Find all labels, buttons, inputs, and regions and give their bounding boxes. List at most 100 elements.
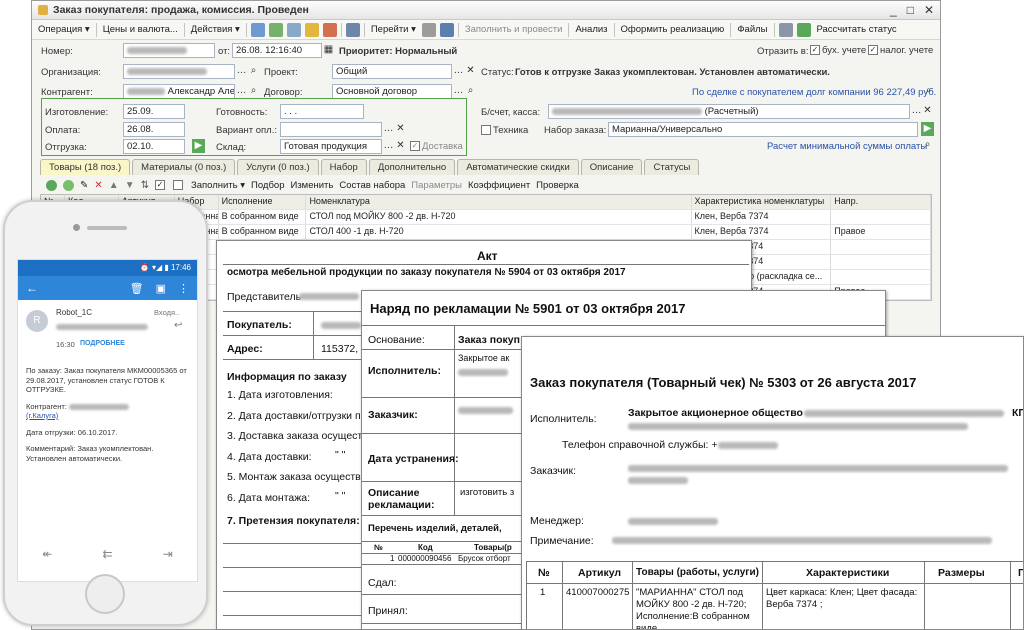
- contractor-search-icon[interactable]: ⌕: [247, 84, 260, 98]
- close-button[interactable]: ✕: [924, 3, 934, 17]
- unpost-icon[interactable]: [322, 22, 337, 37]
- number-field[interactable]: [123, 43, 215, 58]
- calendar-icon[interactable]: ▦: [322, 43, 335, 57]
- min-sum-link[interactable]: Расчет минимальной суммы оплаты: [767, 141, 927, 152]
- reply-all-nav-icon[interactable]: ⇇: [102, 547, 112, 561]
- shipment-arrow-button[interactable]: ▶: [192, 139, 205, 153]
- minimize-button[interactable]: _: [890, 3, 897, 17]
- debt-search-icon[interactable]: ⌕: [922, 84, 935, 98]
- account-field[interactable]: (Расчетный): [548, 104, 910, 119]
- nalog-checkbox[interactable]: ✓ налог. учете: [868, 45, 933, 56]
- contractor-field[interactable]: Александр Алек: [123, 84, 235, 99]
- tabs: Товары (18 поз.) Материалы (0 поз.) Услу…: [40, 159, 700, 175]
- col-direction[interactable]: Напр.: [831, 195, 931, 209]
- delete-icon[interactable]: 🗑︎: [130, 282, 144, 295]
- home-button[interactable]: [85, 574, 125, 614]
- contract-search-icon[interactable]: ⌕: [464, 84, 477, 98]
- project-field[interactable]: Общий: [332, 64, 452, 79]
- edit-row-icon[interactable]: ✎: [80, 180, 88, 191]
- manufacture-date-field[interactable]: 25.09.: [123, 104, 185, 119]
- tab-additional[interactable]: Дополнительно: [368, 159, 456, 175]
- tab-goods[interactable]: Товары (18 поз.): [40, 159, 131, 175]
- tab-services[interactable]: Услуги (0 поз.): [237, 159, 319, 175]
- order-set-arrow-button[interactable]: ▶: [921, 122, 934, 136]
- make-sale-button[interactable]: Оформить реализацию: [619, 24, 727, 35]
- buh-checkbox[interactable]: ✓ бух. учете: [810, 45, 866, 56]
- project-clear-icon[interactable]: ✕: [464, 64, 477, 78]
- receipt-note-label: Примечание:: [530, 535, 594, 547]
- structure-icon[interactable]: [345, 22, 360, 37]
- print-icon[interactable]: [421, 22, 436, 37]
- copy-icon[interactable]: [286, 22, 301, 37]
- receipt-row-goods: "МАРИАННА" СТОЛ под МОЙКУ 800 -2 дв. Н-7…: [636, 587, 750, 630]
- pay-variant-clear-icon[interactable]: ✕: [394, 122, 407, 136]
- check-button[interactable]: Проверка: [536, 180, 579, 191]
- delivery-checkbox[interactable]: ✓ Доставка: [410, 141, 463, 152]
- tab-description[interactable]: Описание: [580, 159, 643, 175]
- col-execution[interactable]: Исполнение: [219, 195, 307, 209]
- analysis-button[interactable]: Анализ: [573, 24, 609, 35]
- prices-currency-button[interactable]: Цены и валюта...: [101, 24, 180, 35]
- select-button[interactable]: Подбор: [251, 180, 284, 191]
- shipment-date-field[interactable]: 02.10.: [123, 139, 185, 154]
- maximize-button[interactable]: □: [907, 3, 914, 17]
- contract-field[interactable]: Основной договор: [332, 84, 452, 99]
- act-buyer-label: Покупатель:: [227, 319, 292, 331]
- list-icon[interactable]: [439, 22, 454, 37]
- reply-icon[interactable]: ↩: [174, 320, 182, 331]
- reply-nav-icon[interactable]: ↞: [42, 547, 52, 561]
- calc-status-button[interactable]: Рассчитать статус: [815, 24, 899, 35]
- params-button[interactable]: Параметры: [411, 180, 462, 191]
- move-up-icon[interactable]: ▲: [109, 180, 119, 191]
- uncheck-all-icon[interactable]: [172, 180, 183, 190]
- tab-set[interactable]: Набор: [320, 159, 367, 175]
- copy-row-icon[interactable]: [63, 179, 74, 191]
- files-button[interactable]: Файлы: [735, 24, 769, 35]
- date-field[interactable]: 26.08. 12:16:40: [232, 43, 322, 58]
- operation-menu[interactable]: Операция ▾: [36, 24, 92, 35]
- calc-status-icon[interactable]: [796, 22, 811, 37]
- back-arrow-icon[interactable]: ←: [26, 281, 38, 295]
- col-nomenclature[interactable]: Номенклатура: [306, 195, 692, 209]
- mail-text-shipment: Дата отгрузки: 06.10.2017.: [26, 427, 118, 437]
- act-info-item: 3. Доставка заказа осуществ: [227, 430, 368, 442]
- organization-field[interactable]: [123, 64, 235, 79]
- refresh-icon[interactable]: [268, 22, 283, 37]
- fill-menu[interactable]: Заполнить ▾: [191, 180, 245, 191]
- actions-menu[interactable]: Действия ▾: [189, 24, 242, 35]
- order-set-label: Набор заказа:: [544, 125, 607, 136]
- goto-menu[interactable]: Перейти ▾: [369, 24, 418, 35]
- tab-auto-discounts[interactable]: Автоматические скидки: [457, 159, 579, 175]
- sort-asc-icon[interactable]: ⇅: [141, 180, 149, 191]
- more-vert-icon[interactable]: ⋮: [178, 282, 189, 295]
- debt-link[interactable]: По сделке с покупателем долг компании 96…: [692, 87, 936, 98]
- order-set-field[interactable]: Марианна/Универсально: [608, 122, 918, 137]
- post-icon[interactable]: [304, 22, 319, 37]
- col-characteristic[interactable]: Характеристика номенклатуры: [692, 195, 832, 209]
- archive-icon[interactable]: ▣: [156, 282, 166, 295]
- move-down-icon[interactable]: ▼: [125, 180, 135, 191]
- receipt-col-char: Характеристики: [806, 567, 890, 579]
- pay-variant-field[interactable]: [280, 122, 382, 137]
- tab-statuses[interactable]: Статусы: [644, 159, 700, 175]
- filter-icon[interactable]: [778, 22, 793, 37]
- save-icon[interactable]: [250, 22, 265, 37]
- warehouse-clear-icon[interactable]: ✕: [394, 139, 407, 153]
- fill-and-post-button[interactable]: Заполнить и провести: [463, 24, 565, 35]
- payment-date-field[interactable]: 26.08.: [123, 122, 185, 137]
- ready-field[interactable]: . . .: [280, 104, 364, 119]
- technique-checkbox[interactable]: Техника: [481, 125, 528, 136]
- set-composition-button[interactable]: Состав набора: [339, 180, 405, 191]
- min-sum-search-icon[interactable]: ⌕: [921, 138, 934, 152]
- delete-row-icon[interactable]: ✕: [94, 180, 102, 191]
- org-search-icon[interactable]: ⌕: [247, 64, 260, 78]
- change-button[interactable]: Изменить: [291, 180, 334, 191]
- forward-nav-icon[interactable]: ⇥: [163, 547, 173, 561]
- check-all-icon[interactable]: ✓: [154, 180, 165, 190]
- add-row-icon[interactable]: [46, 179, 57, 191]
- tab-materials[interactable]: Материалы (0 поз.): [132, 159, 236, 175]
- warehouse-field[interactable]: Готовая продукция: [280, 139, 382, 154]
- account-clear-icon[interactable]: ✕: [921, 104, 934, 118]
- details-link[interactable]: ПОДРОБНЕЕ: [80, 340, 125, 347]
- coef-button[interactable]: Коэффициент: [468, 180, 530, 191]
